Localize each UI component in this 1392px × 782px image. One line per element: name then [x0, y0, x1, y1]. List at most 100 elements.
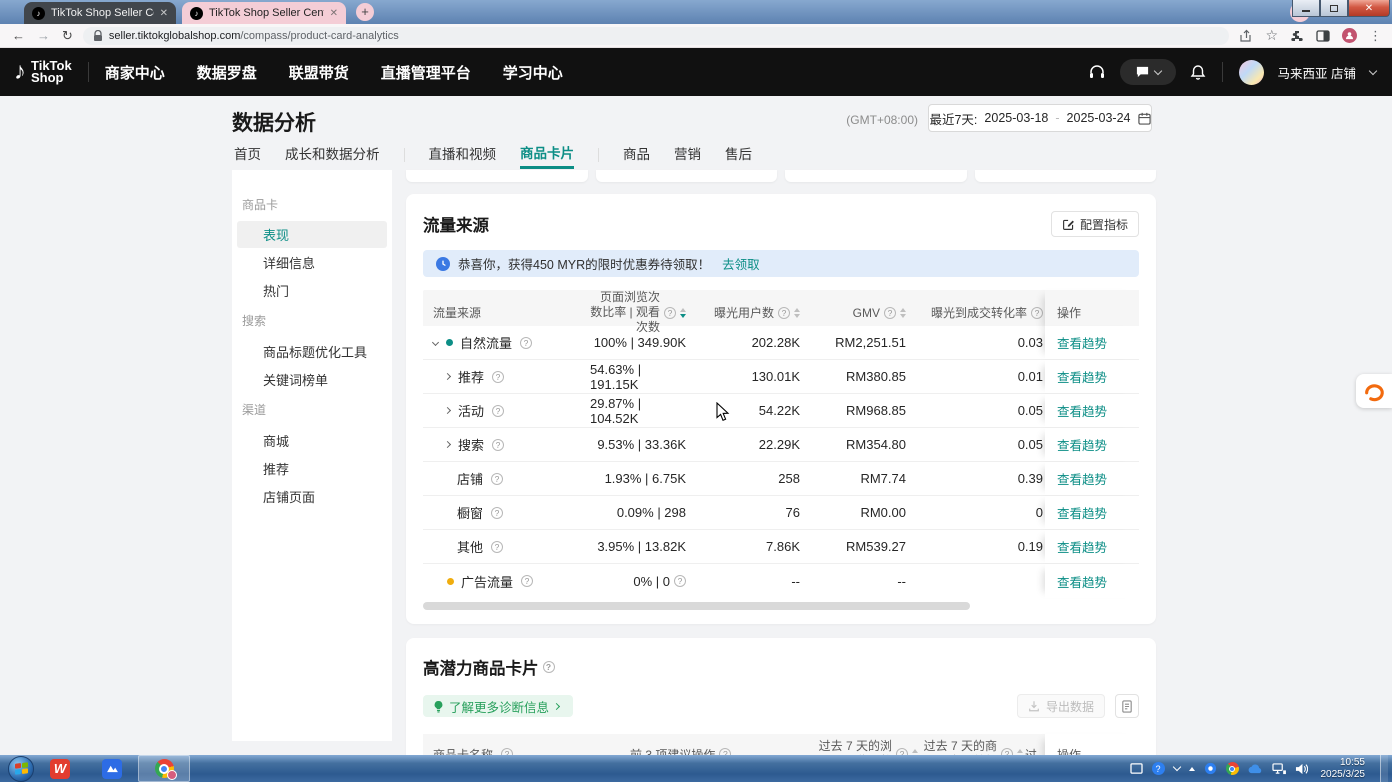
view-trend-link[interactable]: 查看趋势 [1057, 503, 1107, 522]
col-7d-gmv[interactable]: 过去 7 天的商品交易总额 [920, 734, 1025, 755]
report-doc-button[interactable] [1115, 694, 1139, 718]
expand-chevron-icon[interactable] [444, 441, 451, 448]
view-trend-link[interactable]: 查看趋势 [1057, 401, 1107, 420]
sidebar-item-performance[interactable]: 表现 [237, 221, 387, 248]
taskbar-clock[interactable]: 10:55 2025/3/25 [1321, 757, 1366, 781]
address-bar[interactable]: seller.tiktokglobalshop.com/compass/prod… [83, 27, 1230, 45]
taskbar-meeting-button[interactable] [86, 755, 138, 782]
configure-metrics-button[interactable]: 配置指标 [1051, 211, 1139, 237]
view-trend-link[interactable]: 查看趋势 [1057, 435, 1107, 454]
shop-name[interactable]: 马来西亚 店铺 [1278, 63, 1356, 82]
sidebar-item-details[interactable]: 详细信息 [237, 248, 387, 276]
sidebar-item-trending[interactable]: 热门 [237, 276, 387, 304]
nav-affiliate[interactable]: 联盟带货 [289, 62, 349, 83]
help-icon[interactable]: ? [1152, 762, 1165, 775]
tray-cloud-icon[interactable] [1248, 764, 1263, 774]
diagnosis-link-pill[interactable]: 了解更多诊断信息 [423, 695, 573, 717]
info-icon[interactable] [491, 507, 503, 519]
info-icon[interactable] [492, 405, 504, 417]
nav-data-compass[interactable]: 数据罗盘 [197, 62, 257, 83]
forward-icon[interactable]: → [37, 28, 50, 43]
new-tab-button[interactable]: + [356, 3, 374, 21]
start-button[interactable] [8, 756, 34, 782]
chevron-down-icon[interactable] [1172, 763, 1180, 771]
col-7d-views[interactable]: 过去 7 天的浏览人数 [800, 734, 920, 755]
bell-icon[interactable] [1190, 64, 1206, 81]
show-hidden-icons[interactable] [1189, 767, 1195, 771]
info-icon[interactable] [719, 748, 731, 755]
tray-window-icon[interactable] [1130, 763, 1143, 774]
taskbar-wps-button[interactable]: W [34, 755, 86, 782]
info-icon[interactable] [492, 371, 504, 383]
reload-icon[interactable]: ↻ [62, 28, 73, 44]
close-window-button[interactable]: ✕ [1348, 0, 1390, 17]
info-icon[interactable] [674, 575, 686, 587]
side-panel-icon[interactable] [1316, 29, 1330, 43]
expand-chevron-icon[interactable] [444, 407, 451, 414]
nav-learning-center[interactable]: 学习中心 [503, 62, 563, 83]
tray-app-blue-icon[interactable] [1204, 762, 1217, 775]
restore-button[interactable] [1320, 0, 1348, 17]
tab-home[interactable]: 首页 [234, 143, 261, 167]
extensions-puzzle-icon[interactable] [1290, 29, 1304, 43]
tab-product[interactable]: 商品 [623, 143, 650, 167]
date-range-picker[interactable]: 最近7天: 2025-03-18 - 2025-03-24 [928, 104, 1152, 132]
info-icon[interactable] [664, 307, 676, 319]
back-icon[interactable]: ← [12, 28, 25, 43]
view-trend-link[interactable]: 查看趋势 [1057, 572, 1107, 591]
chat-dropdown-button[interactable] [1120, 59, 1176, 85]
expand-chevron-icon[interactable] [444, 373, 451, 380]
sidebar-item-recommend[interactable]: 推荐 [237, 454, 387, 482]
share-icon[interactable] [1239, 29, 1253, 43]
info-icon[interactable] [884, 307, 896, 319]
info-icon[interactable] [1031, 307, 1043, 319]
bookmark-star-icon[interactable]: ☆ [1265, 27, 1278, 44]
collapse-chevron-icon[interactable] [432, 339, 439, 346]
browser-tab-1[interactable]: ♪ TikTok Shop Seller Center | Cr ✕ [24, 2, 176, 24]
sidebar-item-mall[interactable]: 商城 [237, 426, 387, 454]
tiktok-shop-logo[interactable]: ♪ TikTokShop [14, 58, 72, 86]
sidebar-item-keyword-ranking[interactable]: 关键词榜单 [237, 365, 387, 393]
view-trend-link[interactable]: 查看趋势 [1057, 367, 1107, 386]
close-tab-icon[interactable]: ✕ [160, 8, 168, 19]
horizontal-scrollbar[interactable] [423, 602, 970, 610]
row-name-campaign[interactable]: 活动 [423, 394, 590, 427]
nav-seller-center[interactable]: 商家中心 [105, 62, 165, 83]
info-icon[interactable] [521, 575, 533, 587]
show-desktop-button[interactable] [1380, 755, 1388, 782]
view-trend-link[interactable]: 查看趋势 [1057, 333, 1107, 352]
tab-aftersale[interactable]: 售后 [725, 143, 752, 167]
export-data-button[interactable]: 导出数据 [1017, 694, 1105, 718]
info-icon[interactable] [491, 541, 503, 553]
claim-coupon-link[interactable]: 去领取 [722, 254, 760, 273]
info-icon[interactable] [896, 748, 908, 755]
row-name-search[interactable]: 搜索 [423, 428, 590, 461]
info-icon[interactable] [1001, 748, 1013, 755]
browser-profile-icon[interactable] [1342, 28, 1357, 43]
info-icon[interactable] [492, 439, 504, 451]
floating-chat-widget[interactable] [1356, 374, 1392, 408]
row-name-recommend[interactable]: 推荐 [423, 360, 590, 393]
taskbar-chrome-button[interactable] [138, 755, 190, 782]
info-icon[interactable] [778, 307, 790, 319]
tab-live-video[interactable]: 直播和视频 [429, 143, 497, 167]
sidebar-item-title-optimizer[interactable]: 商品标题优化工具 [237, 337, 387, 365]
minimize-button[interactable] [1292, 0, 1320, 17]
row-name-organic[interactable]: 自然流量 [423, 326, 590, 359]
tab-growth-analytics[interactable]: 成长和数据分析 [285, 143, 380, 167]
tab-marketing[interactable]: 营销 [674, 143, 701, 167]
info-icon[interactable] [501, 748, 513, 755]
info-icon[interactable] [491, 473, 503, 485]
info-icon[interactable] [543, 661, 555, 673]
kebab-menu-icon[interactable]: ⋮ [1369, 28, 1382, 44]
headset-icon[interactable] [1088, 63, 1106, 81]
view-trend-link[interactable]: 查看趋势 [1057, 537, 1107, 556]
close-tab-icon[interactable]: ✕ [330, 8, 338, 19]
tab-product-card[interactable]: 商品卡片 [520, 142, 574, 169]
speaker-icon[interactable] [1295, 763, 1308, 775]
tray-chrome-icon[interactable] [1226, 762, 1239, 775]
network-icon[interactable] [1272, 763, 1286, 775]
nav-live-platform[interactable]: 直播管理平台 [381, 62, 471, 83]
shop-avatar[interactable] [1239, 60, 1264, 85]
view-trend-link[interactable]: 查看趋势 [1057, 469, 1107, 488]
